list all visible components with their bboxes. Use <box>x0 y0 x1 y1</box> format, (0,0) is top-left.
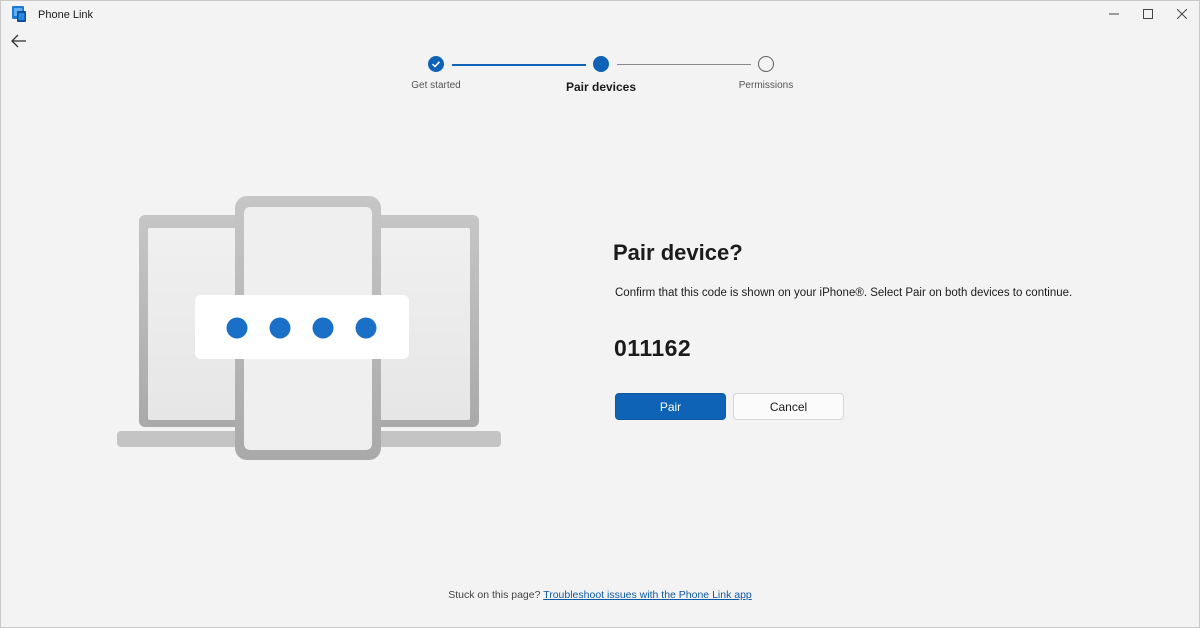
code-card-graphic <box>195 295 409 359</box>
pairing-code: 011162 <box>614 335 692 361</box>
step-connector-completed <box>452 64 586 66</box>
code-dot-4 <box>355 317 377 339</box>
step-label-permissions: Permissions <box>738 80 794 91</box>
step-pair-devices-indicator <box>593 56 609 72</box>
code-dot-1 <box>226 317 248 339</box>
cancel-button[interactable]: Cancel <box>733 393 844 420</box>
checkmark-icon <box>431 61 441 68</box>
pairing-illustration <box>117 196 501 460</box>
pair-button[interactable]: Pair <box>615 393 726 420</box>
code-dot-3 <box>312 317 334 339</box>
step-connector-pending <box>617 64 751 65</box>
step-label-pair-devices: Pair devices <box>565 80 637 94</box>
help-footer: Stuck on this page? Troubleshoot issues … <box>1 589 1199 601</box>
step-get-started-indicator <box>428 56 444 72</box>
footer-text: Stuck on this page? <box>448 589 541 601</box>
progress-stepper: Get started Pair devices Permissions <box>1 1 1199 101</box>
pair-description: Confirm that this code is shown on your … <box>615 287 1073 299</box>
troubleshoot-link[interactable]: Troubleshoot issues with the Phone Link … <box>543 589 752 601</box>
step-permissions-indicator <box>758 56 774 72</box>
code-dot-2 <box>269 317 291 339</box>
app-window: Phone Link Get started Pair devices Perm… <box>0 0 1200 628</box>
step-label-get-started: Get started <box>411 80 461 91</box>
page-title: Pair device? <box>613 240 743 265</box>
